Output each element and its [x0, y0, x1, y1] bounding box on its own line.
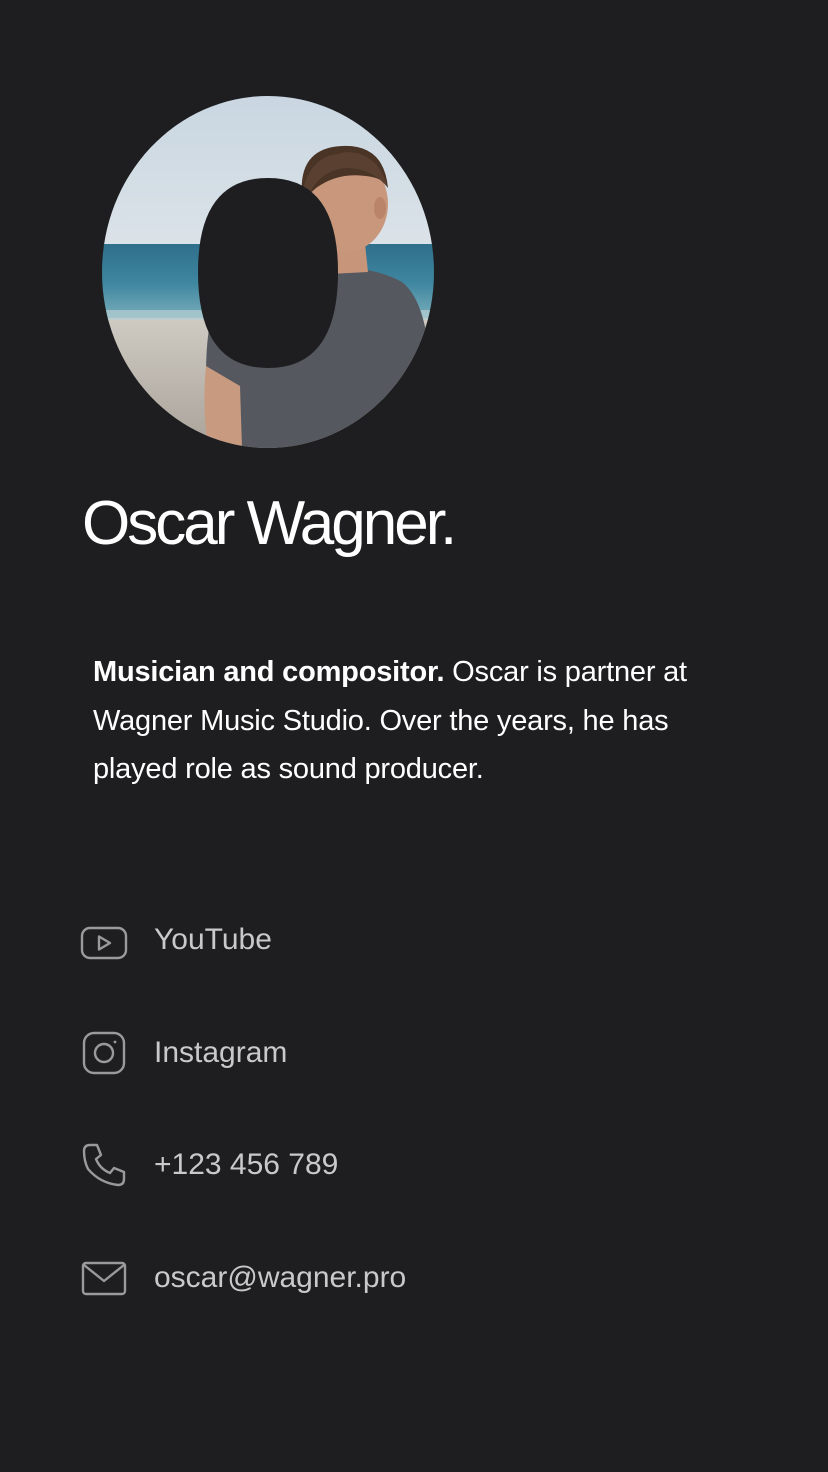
bio-lead: Musician and compositor. [93, 656, 445, 688]
contact-email[interactable]: oscar@wagner.pro [80, 1242, 680, 1314]
contact-phone[interactable]: +123 456 789 [80, 1129, 680, 1201]
contact-instagram[interactable]: Instagram [80, 1017, 680, 1089]
profile-bio: Musician and compositor. Oscar is partne… [93, 648, 753, 794]
youtube-icon [80, 916, 128, 964]
mail-icon [80, 1254, 128, 1302]
instagram-icon [80, 1029, 128, 1077]
contact-label: oscar@wagner.pro [154, 1260, 407, 1294]
contact-label: +123 456 789 [154, 1148, 339, 1181]
phone-icon [80, 1141, 128, 1189]
avatar [102, 96, 434, 448]
contact-youtube[interactable]: YouTube [80, 904, 680, 976]
contact-label: Instagram [154, 1035, 288, 1069]
profile-name: Oscar Wagner. [82, 489, 457, 558]
profile-page: Oscar Wagner. Musician and compositor. O… [0, 0, 828, 1472]
contact-list: YouTube Instagram +123 456 789 oscar@wag… [80, 904, 680, 1354]
contact-label: YouTube [154, 923, 272, 956]
avatar-photo [102, 96, 434, 448]
